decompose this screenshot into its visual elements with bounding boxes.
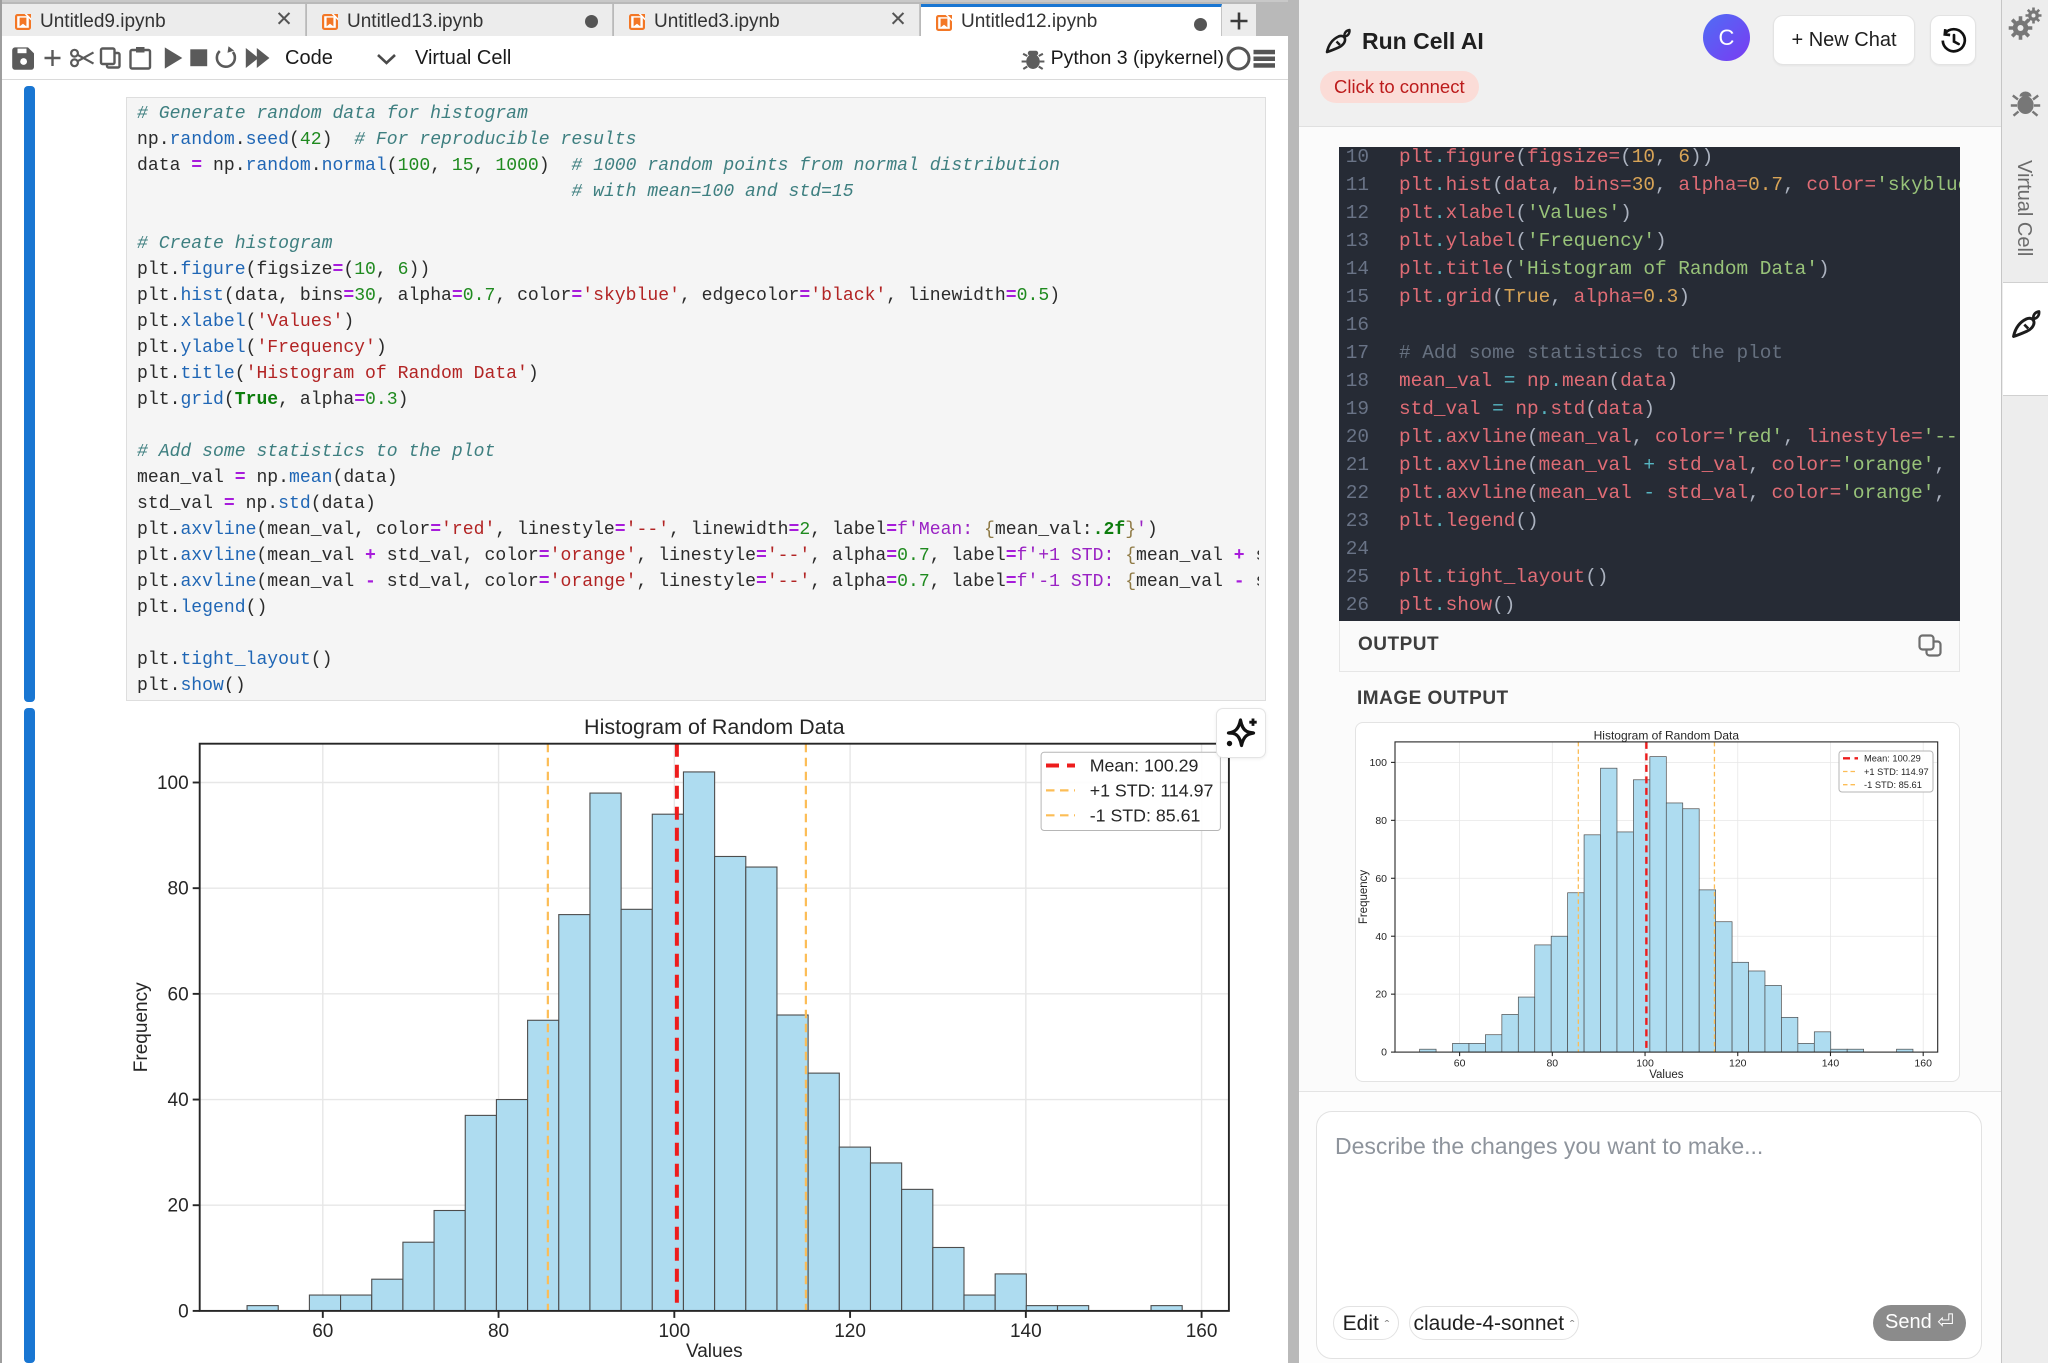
- svg-text:100: 100: [157, 773, 189, 794]
- svg-text:140: 140: [1822, 1058, 1840, 1070]
- svg-text:-1 STD: 85.61: -1 STD: 85.61: [1864, 780, 1922, 790]
- svg-text:120: 120: [834, 1321, 866, 1342]
- svg-text:40: 40: [1375, 931, 1387, 943]
- svg-text:60: 60: [312, 1321, 333, 1342]
- svg-text:-1 STD: 85.61: -1 STD: 85.61: [1090, 806, 1201, 826]
- svg-text:Mean: 100.29: Mean: 100.29: [1090, 756, 1199, 776]
- svg-text:100: 100: [1369, 757, 1387, 769]
- svg-text:60: 60: [168, 984, 189, 1005]
- svg-text:140: 140: [1010, 1321, 1042, 1342]
- svg-text:80: 80: [1546, 1058, 1558, 1070]
- svg-text:Mean: 100.29: Mean: 100.29: [1864, 754, 1921, 764]
- svg-text:160: 160: [1186, 1321, 1218, 1342]
- svg-text:0: 0: [178, 1301, 189, 1322]
- svg-text:Values: Values: [1649, 1069, 1684, 1081]
- svg-text:60: 60: [1454, 1058, 1466, 1070]
- svg-text:20: 20: [1375, 989, 1387, 1001]
- svg-text:+1 STD: 114.97: +1 STD: 114.97: [1090, 781, 1214, 801]
- svg-text:120: 120: [1729, 1058, 1747, 1070]
- svg-text:Histogram of Random Data: Histogram of Random Data: [584, 715, 845, 739]
- svg-text:80: 80: [1375, 815, 1387, 827]
- svg-text:Histogram of Random Data: Histogram of Random Data: [1594, 729, 1740, 743]
- svg-text:0: 0: [1381, 1047, 1387, 1059]
- svg-text:80: 80: [488, 1321, 509, 1342]
- svg-text:Frequency: Frequency: [131, 982, 152, 1072]
- svg-text:40: 40: [168, 1090, 189, 1111]
- svg-text:100: 100: [1636, 1058, 1654, 1070]
- svg-text:100: 100: [658, 1321, 690, 1342]
- svg-text:80: 80: [168, 879, 189, 900]
- svg-text:160: 160: [1914, 1058, 1932, 1070]
- svg-text:60: 60: [1375, 873, 1387, 885]
- svg-text:+1 STD: 114.97: +1 STD: 114.97: [1864, 767, 1929, 777]
- svg-text:Frequency: Frequency: [1358, 870, 1370, 925]
- svg-text:Values: Values: [686, 1341, 743, 1362]
- svg-text:20: 20: [168, 1196, 189, 1217]
